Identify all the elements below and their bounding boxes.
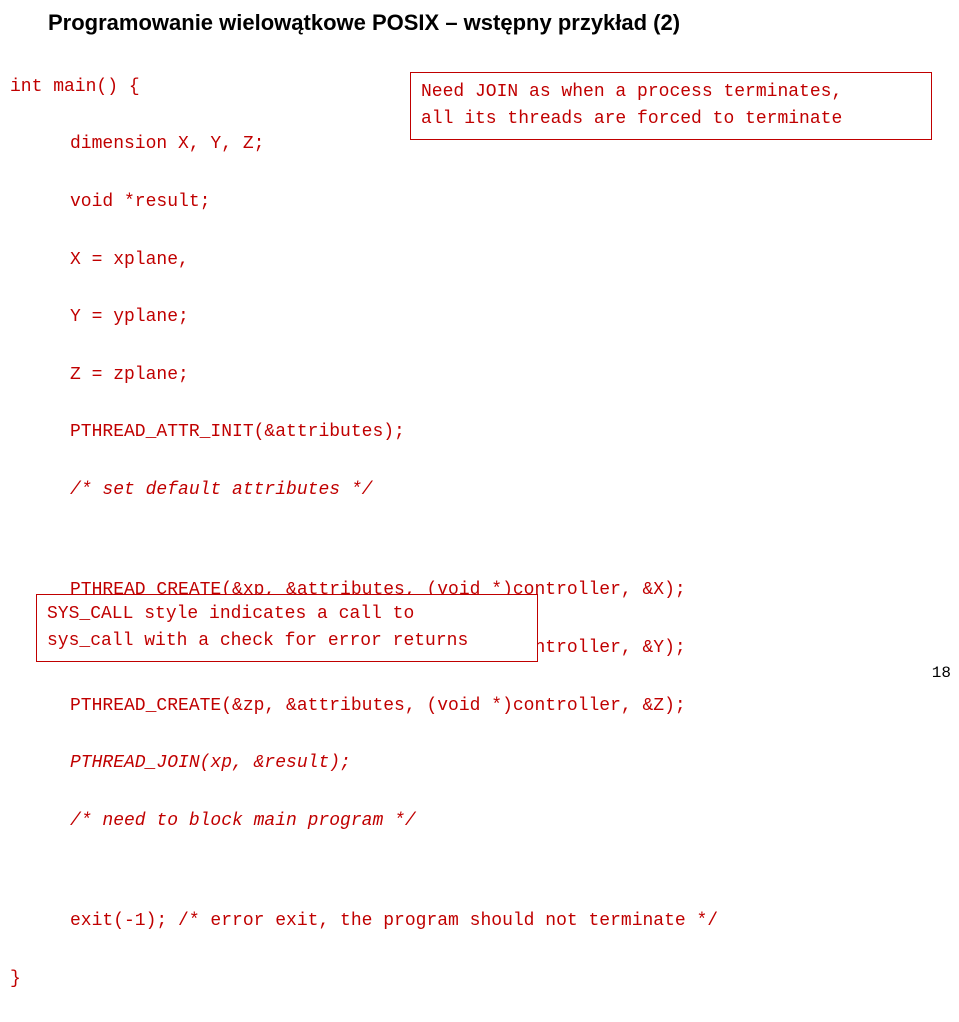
code-block: int main() { dimension X, Y, Z; void *re… [0,44,959,1022]
callout-line: SYS_CALL style indicates a call to [47,601,527,628]
code-line: PTHREAD_ATTR_INIT(&attributes); [10,418,959,447]
code-line: X = xplane, [10,246,959,275]
code-line: exit(-1); /* error exit, the program sho… [10,907,959,936]
callout-line: all its threads are forced to terminate [421,106,921,133]
callout-box-syscall: SYS_CALL style indicates a call to sys_c… [36,594,538,662]
code-line: Z = zplane; [10,361,959,390]
code-line: void *result; [10,188,959,217]
slide-title: Programowanie wielowątkowe POSIX – wstęp… [0,0,959,44]
callout-box-join: Need JOIN as when a process terminates, … [410,72,932,140]
code-comment: /* set default attributes */ [10,476,959,505]
code-line: Y = yplane; [10,303,959,332]
page-number: 18 [932,664,951,682]
code-line: PTHREAD_JOIN(xp, &result); [10,749,959,778]
code-line: PTHREAD_CREATE(&zp, &attributes, (void *… [10,692,959,721]
callout-line: Need JOIN as when a process terminates, [421,79,921,106]
code-line: } [10,965,959,994]
callout-line: sys_call with a check for error returns [47,628,527,655]
code-comment: /* need to block main program */ [10,807,959,836]
